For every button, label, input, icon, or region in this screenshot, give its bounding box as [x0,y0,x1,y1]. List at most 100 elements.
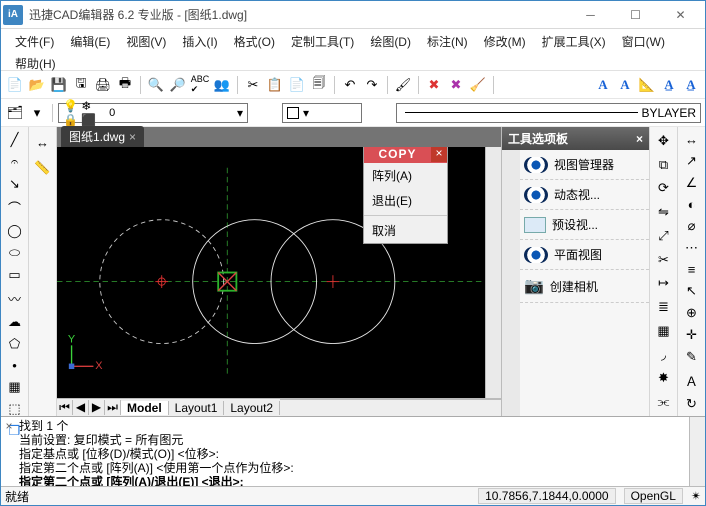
scale-icon[interactable]: ⤢ [653,226,675,246]
copyobj-icon[interactable]: ⧉ [653,155,675,175]
context-menu-close-icon[interactable]: × [431,147,447,162]
chevron-down-icon[interactable]: ▾ [303,106,309,120]
move-icon[interactable]: ✥ [653,131,675,151]
textstyle-a4-icon[interactable]: A̲ [681,75,701,95]
rectangle-icon[interactable]: ▭ [4,266,26,284]
revcloud-icon[interactable]: ☁ [4,313,26,331]
tab-last-icon[interactable]: ⏭ [105,400,121,415]
match-icon[interactable]: 🗐 [309,75,329,95]
offset-icon[interactable]: ≣ [653,297,675,317]
xline-icon[interactable]: ↘ [4,175,26,193]
explode-icon[interactable]: ✸ [653,369,675,389]
mirror-icon[interactable]: ⇋ [653,202,675,222]
menu-edit[interactable]: 编辑(E) [62,31,118,53]
dimtext-icon[interactable]: Ａ [681,370,703,391]
menu-draw[interactable]: 绘图(D) [362,31,419,53]
purge-icon[interactable]: 🧹 [468,75,488,95]
spline-icon[interactable]: 〰 [4,288,26,309]
layer-name[interactable] [109,107,237,119]
textstyle-a-icon[interactable]: A [593,75,613,95]
polygon-icon[interactable]: ⬠ [4,335,26,353]
palette-item-viewmgr[interactable]: 视图管理器 [520,150,649,180]
fillet-icon[interactable]: ◞ [653,345,675,365]
ellipse-icon[interactable]: ⬭ [4,244,26,262]
palette-item-preset[interactable]: 预设视... [520,210,649,240]
palette-item-planview[interactable]: 平面视图 [520,240,649,270]
tab-next-icon[interactable]: ▶ [89,400,105,415]
menu-view[interactable]: 视图(V) [118,31,174,53]
erase-purple-icon[interactable]: ✖ [446,75,466,95]
trim-icon[interactable]: ✂ [653,250,675,270]
circle-icon[interactable]: ◯ [4,222,26,240]
dimangular-icon[interactable]: ∠ [681,174,703,192]
status-compass-icon[interactable]: ✴ [691,489,701,503]
preview-icon[interactable]: 🔍 [146,75,166,95]
dimaligned-icon[interactable]: ↗ [681,152,703,170]
layer-combo[interactable]: 💡 ❄ 🔒 ⬛ ▾ [58,103,248,123]
ctx-item-cancel[interactable]: 取消 [364,218,447,243]
menu-file[interactable]: 文件(F) [7,31,62,53]
tool-a-icon[interactable]: ↔ [32,131,54,153]
command-scrollbar[interactable] [689,417,705,486]
extend-icon[interactable]: ↦ [653,274,675,294]
dimstyle-icon[interactable]: 📐 [637,75,657,95]
erase-red-icon[interactable]: ✖ [424,75,444,95]
hatch-icon[interactable]: ▦ [4,378,26,396]
audit-icon[interactable]: 👥 [212,75,232,95]
menu-insert[interactable]: 插入(I) [174,31,225,53]
menu-tools[interactable]: 定制工具(T) [283,31,362,53]
close-button[interactable]: ✕ [658,2,703,28]
textstyle-a2-icon[interactable]: A [615,75,635,95]
command-text[interactable]: 找到 1 个 当前设置: 复印模式 = 所有图元 指定基点或 [位移(D)/模式… [17,417,689,486]
tab-prev-icon[interactable]: ◀ [73,400,89,415]
linetype-combo[interactable]: BYLAYER [396,103,701,123]
vertical-scrollbar[interactable] [485,147,501,398]
tab-layout1[interactable]: Layout1 [169,401,225,415]
dimcontinue-icon[interactable]: ⋯ [681,239,703,257]
ctx-item-array[interactable]: 阵列(A) [364,163,447,188]
tab-model[interactable]: Model [121,401,169,415]
polyline-icon[interactable]: 𝄐 [4,153,26,171]
undo-icon[interactable]: ↶ [340,75,360,95]
copy-icon[interactable]: 📋 [265,75,285,95]
brush-icon[interactable]: 🖌 [393,75,413,95]
centermark-icon[interactable]: ✛ [681,326,703,344]
dimbaseline-icon[interactable]: ≡ [681,261,703,278]
ctx-item-exit[interactable]: 退出(E) [364,188,447,213]
color-combo[interactable]: ▾ [282,103,362,123]
canvas[interactable]: Y X COPY × 阵列(A) 退出(E) 取消 [57,147,485,398]
dimupdate-icon[interactable]: ↻ [681,395,703,413]
line-icon[interactable]: ╱ [4,131,26,149]
tolerance-icon[interactable]: ⊕ [681,304,703,322]
tab-layout2[interactable]: Layout2 [224,401,280,415]
dimradius-icon[interactable]: ◐ [681,196,703,213]
menu-window[interactable]: 窗口(W) [614,31,673,53]
find-icon[interactable]: 🔎 [168,75,188,95]
minimize-button[interactable]: ─ [568,2,613,28]
redo-icon[interactable]: ↷ [362,75,382,95]
join-icon[interactable]: ⫘ [653,392,675,412]
menu-ext[interactable]: 扩展工具(X) [534,31,614,53]
dimdiameter-icon[interactable]: ⌀ [681,217,703,235]
document-tab[interactable]: 图纸1.dwg × [61,126,144,147]
new-icon[interactable]: 📄 [5,75,25,95]
palette-item-dynview[interactable]: 动态视... [520,180,649,210]
textstyle-a3-icon[interactable]: A̲ [659,75,679,95]
tab-first-icon[interactable]: ⏮ [57,400,73,415]
open-icon[interactable]: 📂 [27,75,47,95]
menu-format[interactable]: 格式(O) [226,31,283,53]
palette-item-camera[interactable]: 📷创建相机 [520,270,649,303]
spellcheck-icon[interactable]: ABC✔ [190,75,210,95]
layer-manager-icon[interactable]: 🗂 [5,103,25,123]
maximize-button[interactable]: ☐ [613,2,658,28]
close-tab-icon[interactable]: × [129,130,136,144]
array-icon[interactable]: ▦ [653,321,675,341]
arc-icon[interactable]: ⌒ [4,197,26,218]
saveas-icon[interactable]: 🖫 [71,75,91,95]
menu-modify[interactable]: 修改(M) [476,31,534,53]
cut-icon[interactable]: ✂ [243,75,263,95]
paste-icon[interactable]: 📄 [287,75,307,95]
save-icon[interactable]: 💾 [49,75,69,95]
rotate-icon[interactable]: ⟳ [653,179,675,199]
leader-icon[interactable]: ↖ [681,282,703,300]
